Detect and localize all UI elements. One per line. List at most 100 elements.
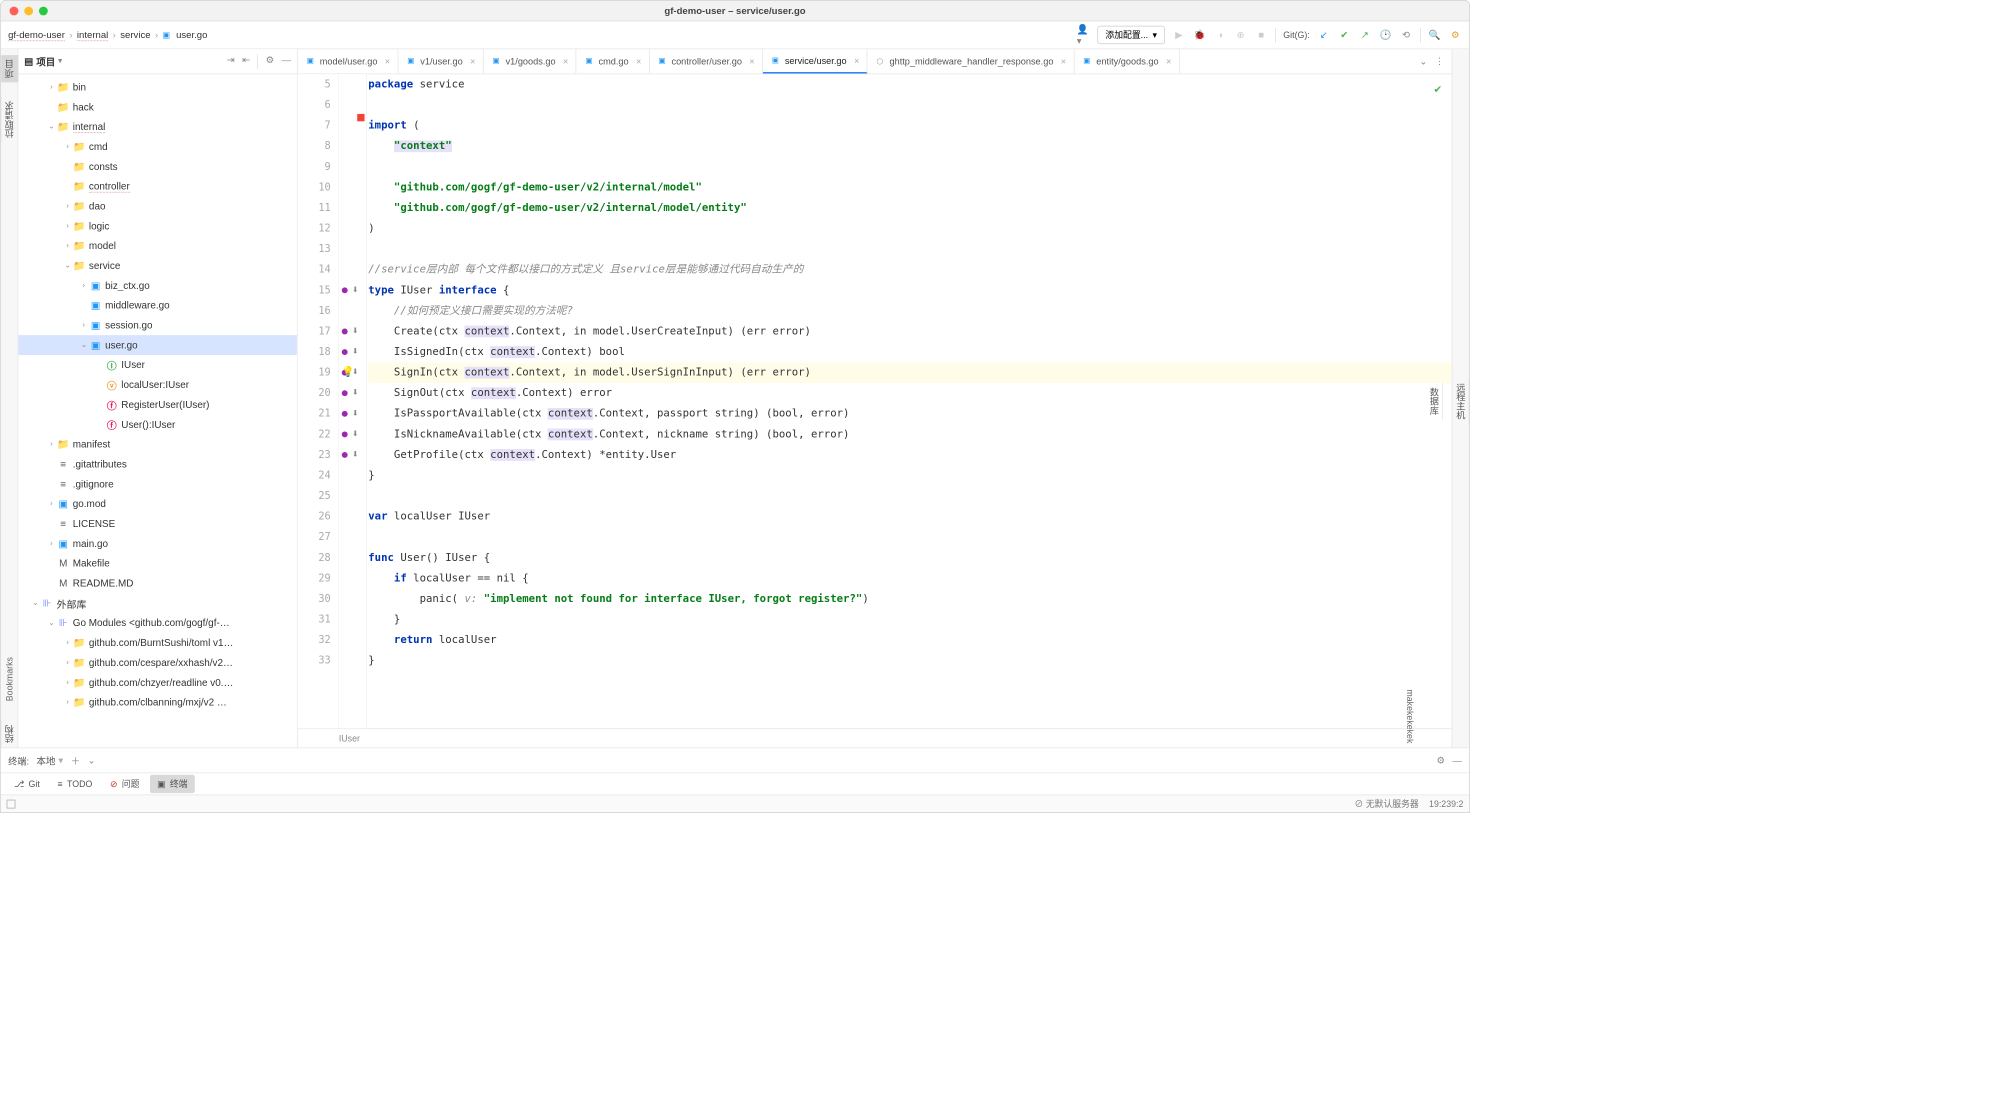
tree-row[interactable]: ⒾIUser xyxy=(18,355,297,375)
gear-icon[interactable]: ⚙ xyxy=(1436,754,1445,766)
implements-marker-icon[interactable]: ⬇ xyxy=(352,389,358,397)
line-number[interactable]: 27 xyxy=(298,527,331,548)
close-icon[interactable]: × xyxy=(854,55,859,65)
code-line[interactable] xyxy=(368,486,1451,507)
kebab-icon[interactable]: ⋮ xyxy=(1435,55,1445,67)
code-line[interactable]: GetProfile(ctx context.Context) *entity.… xyxy=(368,445,1451,466)
tree-row[interactable]: ▣middleware.go xyxy=(18,295,297,315)
implements-marker-icon[interactable]: ⬇ xyxy=(352,286,358,294)
hide-icon[interactable]: — xyxy=(282,54,292,69)
breadcrumb-item[interactable]: gf-demo-user xyxy=(8,29,65,41)
line-number[interactable]: 8 xyxy=(298,136,331,157)
editor-tab[interactable]: ▣controller/user.go× xyxy=(649,49,762,73)
implements-marker-icon[interactable]: ⬇ xyxy=(352,409,358,417)
tree-row[interactable]: ⌄▣user.go xyxy=(18,335,297,355)
tree-row[interactable]: 📁hack xyxy=(18,97,297,117)
close-icon[interactable]: × xyxy=(636,56,641,66)
ide-settings-icon[interactable]: ⚙ xyxy=(1449,28,1462,41)
implements-marker-icon[interactable]: ⬇ xyxy=(352,327,358,335)
implements-marker-icon[interactable]: ⬇ xyxy=(352,451,358,459)
breadcrumb-item[interactable]: service xyxy=(120,29,150,40)
tree-row[interactable]: ›▣main.go xyxy=(18,534,297,554)
line-number[interactable]: 18 xyxy=(298,342,331,363)
code-line[interactable]: } xyxy=(368,650,1451,671)
line-number-gutter[interactable]: 5678910111213141516171819202122232425262… xyxy=(298,74,339,728)
chevron-icon[interactable]: ⌄ xyxy=(46,619,56,627)
line-number[interactable]: 16 xyxy=(298,301,331,322)
chevron-icon[interactable]: › xyxy=(62,202,72,210)
line-number[interactable]: 12 xyxy=(298,218,331,239)
vcs-push-icon[interactable]: ↗ xyxy=(1358,28,1371,41)
tree-row[interactable]: MREADME.MD xyxy=(18,573,297,593)
inspection-ok-icon[interactable]: ✔ xyxy=(1434,79,1441,100)
status-server[interactable]: ⊘ 无默认服务器 xyxy=(1355,797,1419,809)
code-line[interactable]: package service xyxy=(368,74,1451,95)
chevron-icon[interactable]: ⌄ xyxy=(46,123,56,131)
code-line[interactable]: import ( xyxy=(368,115,1451,136)
code-line[interactable]: Create(ctx context.Context, in model.Use… xyxy=(368,321,1451,342)
tool-tab-git[interactable]: ⎇Git xyxy=(7,776,48,792)
code-line[interactable]: } xyxy=(368,465,1451,486)
code-line[interactable]: IsPassportAvailable(ctx context.Context,… xyxy=(368,404,1451,425)
chevron-icon[interactable]: › xyxy=(62,639,72,647)
tree-row[interactable]: MMakefile xyxy=(18,553,297,573)
line-number[interactable]: 20 xyxy=(298,383,331,404)
project-view-selector[interactable]: ▤ 项目 ▾ xyxy=(24,54,62,68)
expand-all-icon[interactable]: ⇥ xyxy=(227,54,235,69)
chevron-icon[interactable]: › xyxy=(62,242,72,250)
close-icon[interactable]: × xyxy=(563,56,568,66)
code-line[interactable]: "github.com/gogf/gf-demo-user/v2/interna… xyxy=(368,177,1451,198)
tree-row[interactable]: ›📁github.com/BurntSushi/toml v1… xyxy=(18,633,297,653)
line-number[interactable]: 22 xyxy=(298,424,331,445)
chevron-icon[interactable]: › xyxy=(62,678,72,686)
status-icon[interactable] xyxy=(7,799,16,808)
tool-tab-project[interactable]: 项目 xyxy=(0,55,18,82)
tree-row[interactable]: ⌄📁internal xyxy=(18,117,297,137)
tree-row[interactable]: ›📁dao xyxy=(18,196,297,216)
tool-tab-structure[interactable]: 结构 xyxy=(0,720,18,747)
tree-row[interactable]: ›📁bin xyxy=(18,77,297,97)
vcs-rollback-icon[interactable]: ⟲ xyxy=(1399,28,1412,41)
chevron-icon[interactable]: › xyxy=(46,83,56,91)
close-icon[interactable]: × xyxy=(470,56,475,66)
chevron-icon[interactable]: › xyxy=(62,698,72,706)
line-number[interactable]: 19 xyxy=(298,362,331,383)
tree-row[interactable]: ≡.gitignore xyxy=(18,474,297,494)
code-line[interactable] xyxy=(368,527,1451,548)
tree-row[interactable]: ›▣session.go xyxy=(18,315,297,335)
profile-button[interactable]: ⊕ xyxy=(1234,28,1247,41)
editor-tab[interactable]: ▣model/user.go× xyxy=(298,49,399,73)
vcs-history-icon[interactable]: 🕑 xyxy=(1379,28,1392,41)
line-number[interactable]: 17 xyxy=(298,321,331,342)
close-icon[interactable]: × xyxy=(385,56,390,66)
code-line[interactable]: panic( v: "implement not found for inter… xyxy=(368,589,1451,610)
close-icon[interactable]: × xyxy=(749,56,754,66)
line-number[interactable]: 10 xyxy=(298,177,331,198)
tree-row[interactable]: ›📁github.com/chzyer/readline v0.… xyxy=(18,673,297,693)
code-editor[interactable]: ✔ package service import ( "context" "gi… xyxy=(367,74,1452,728)
intention-bulb-icon[interactable]: 💡 xyxy=(342,365,355,377)
code-line[interactable]: //service层内部 每个文件都以接口的方式定义 且service层是能够通… xyxy=(368,259,1451,280)
code-line[interactable]: "github.com/gogf/gf-demo-user/v2/interna… xyxy=(368,198,1451,219)
code-line[interactable] xyxy=(368,239,1451,260)
breadcrumb-item[interactable]: user.go xyxy=(176,29,207,40)
tree-row[interactable]: ›📁model xyxy=(18,236,297,256)
terminal-session-selector[interactable]: 本地 ▾ xyxy=(36,753,63,767)
run-button[interactable]: ▶ xyxy=(1172,28,1185,41)
line-number[interactable]: 9 xyxy=(298,157,331,178)
marker-gutter[interactable]: ⬇⬇⬇⬇💡⬇⬇⬇⬇ xyxy=(339,74,367,728)
chevron-icon[interactable]: › xyxy=(79,282,89,290)
chevron-icon[interactable]: › xyxy=(79,321,89,329)
tree-row[interactable]: ›📁github.com/clbanning/mxj/v2 … xyxy=(18,692,297,712)
line-number[interactable]: 24 xyxy=(298,465,331,486)
chevron-icon[interactable]: ⌄ xyxy=(62,262,72,270)
tree-row[interactable]: ⌄⊪Go Modules <github.com/gogf/gf-… xyxy=(18,613,297,633)
code-line[interactable]: SignOut(ctx context.Context) error xyxy=(368,383,1451,404)
code-line[interactable]: if localUser == nil { xyxy=(368,568,1451,589)
tree-row[interactable]: ›▣biz_ctx.go xyxy=(18,276,297,296)
editor-tab[interactable]: ▣v1/user.go× xyxy=(398,49,483,73)
hide-icon[interactable]: — xyxy=(1452,755,1462,766)
tree-row[interactable]: ›▣go.mod xyxy=(18,494,297,514)
line-number[interactable]: 6 xyxy=(298,95,331,116)
chevron-icon[interactable]: ⌄ xyxy=(30,599,40,607)
